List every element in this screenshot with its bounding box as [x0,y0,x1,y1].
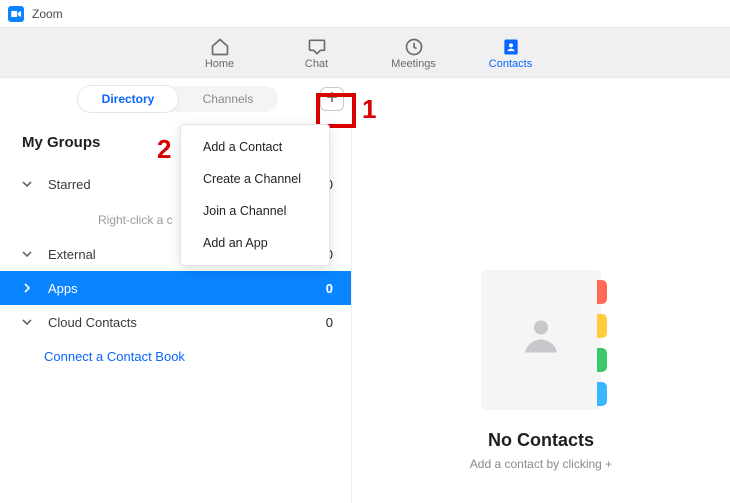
group-cloud-count: 0 [326,315,333,330]
home-icon [209,36,231,58]
book-tabs [597,280,607,406]
tab-contacts-label: Contacts [489,58,532,70]
book-tab-green [597,348,607,372]
group-cloud-contacts[interactable]: Cloud Contacts 0 [0,305,351,339]
group-starred-label: Starred [48,177,91,192]
tab-chat-label: Chat [305,58,328,70]
book-tab-red [597,280,607,304]
subtab-channels[interactable]: Channels [178,86,278,112]
subtabs-row: Directory Channels [0,78,730,120]
group-apps[interactable]: Apps 0 [0,271,351,305]
chevron-down-icon [22,177,38,192]
menu-create-channel[interactable]: Create a Channel [181,163,329,195]
connect-contact-book-link[interactable]: Connect a Contact Book [0,339,351,364]
empty-subtitle: Add a contact by clicking + [470,457,612,471]
plus-icon [326,90,338,108]
tab-home[interactable]: Home [192,36,247,70]
tab-chat[interactable]: Chat [289,36,344,70]
main-toolbar: Home Chat Meetings Contacts [0,28,730,78]
chat-icon [306,36,328,58]
window-title: Zoom [32,7,63,21]
group-apps-label: Apps [48,281,78,296]
tab-contacts[interactable]: Contacts [483,36,538,70]
tab-meetings[interactable]: Meetings [386,36,441,70]
zoom-logo-icon [8,6,24,22]
main-panel: No Contacts Add a contact by clicking + [352,120,730,503]
group-apps-count: 0 [326,281,333,296]
group-cloud-label: Cloud Contacts [48,315,137,330]
empty-illustration [481,270,601,410]
clock-icon [403,36,425,58]
add-button[interactable] [320,87,344,111]
menu-add-contact[interactable]: Add a Contact [181,131,329,163]
book-tab-blue [597,382,607,406]
chevron-right-icon [22,281,38,296]
add-menu: Add a Contact Create a Channel Join a Ch… [180,124,330,266]
menu-join-channel[interactable]: Join a Channel [181,195,329,227]
subtabs: Directory Channels [78,86,278,112]
book-tab-yellow [597,314,607,338]
menu-add-app[interactable]: Add an App [181,227,329,259]
tab-home-label: Home [205,58,234,70]
tab-meetings-label: Meetings [391,58,436,70]
chevron-down-icon [22,247,38,262]
group-external-label: External [48,247,96,262]
subtab-directory[interactable]: Directory [78,86,178,112]
chevron-down-icon [22,315,38,330]
avatar-icon [519,313,563,362]
empty-title: No Contacts [488,430,594,451]
contacts-icon [500,36,522,58]
window-titlebar: Zoom [0,0,730,28]
